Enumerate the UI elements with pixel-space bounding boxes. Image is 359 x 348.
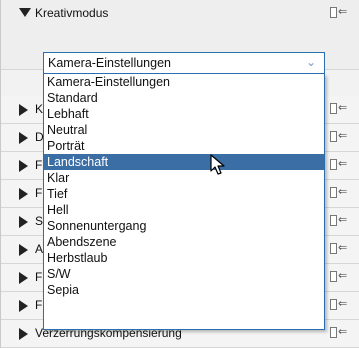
reset-icon[interactable]: ⇐: [330, 297, 348, 311]
reset-icon[interactable]: ⇐: [330, 101, 348, 115]
reset-arrow-icon: ⇐: [338, 129, 348, 142]
reset-icon[interactable]: ⇐: [330, 129, 348, 143]
select-value: Kamera-Einstellungen: [48, 56, 171, 70]
settings-panel: Kreativmodus ⇐ K ⇐ D ⇐ F ⇐ F ⇐ S ⇐ A ⇐ F: [0, 0, 359, 348]
triangle-right-icon[interactable]: [19, 132, 28, 144]
reset-arrow-icon: ⇐: [338, 325, 348, 338]
reset-icon[interactable]: ⇐: [330, 325, 348, 339]
dropdown-option[interactable]: Kamera-Einstellungen: [44, 74, 324, 90]
dropdown-option-highlighted[interactable]: Landschaft: [44, 154, 324, 170]
section-label-peek: F: [35, 186, 43, 200]
dropdown-list: Kamera-Einstellungen Standard Lebhaft Ne…: [43, 74, 325, 330]
reset-square-shape: [330, 327, 337, 338]
reset-arrow-icon: ⇐: [338, 5, 348, 18]
reset-square-shape: [330, 7, 337, 18]
section-label-peek: K: [35, 102, 44, 116]
reset-icon[interactable]: ⇐: [330, 213, 348, 227]
camera-settings-select[interactable]: Kamera-Einstellungen ⌄: [43, 52, 325, 74]
section-label-peek: F: [35, 270, 43, 284]
reset-square-shape: [330, 299, 337, 310]
triangle-right-icon[interactable]: [19, 300, 28, 312]
section-title: Kreativmodus: [35, 6, 109, 20]
dropdown-option[interactable]: Sonnenuntergang: [44, 218, 324, 234]
dropdown-option[interactable]: Neutral: [44, 122, 324, 138]
reset-arrow-icon: ⇐: [338, 185, 348, 198]
dropdown-option[interactable]: Porträt: [44, 138, 324, 154]
triangle-down-icon[interactable]: [19, 8, 31, 17]
mouse-cursor-icon: [210, 154, 225, 175]
reset-icon[interactable]: ⇐: [330, 269, 348, 283]
triangle-right-icon[interactable]: [19, 328, 28, 340]
triangle-right-icon[interactable]: [19, 216, 28, 228]
triangle-right-icon[interactable]: [19, 104, 28, 116]
section-label-peek: F: [35, 158, 43, 172]
dropdown-option[interactable]: Standard: [44, 90, 324, 106]
reset-arrow-icon: ⇐: [338, 297, 348, 310]
reset-arrow-icon: ⇐: [338, 269, 348, 282]
reset-icon[interactable]: ⇐: [330, 241, 348, 255]
dropdown-option[interactable]: Hell: [44, 202, 324, 218]
dropdown-option[interactable]: Herbstlaub: [44, 250, 324, 266]
section-label-peek: F: [35, 298, 43, 312]
triangle-right-icon[interactable]: [19, 272, 28, 284]
reset-arrow-icon: ⇐: [338, 241, 348, 254]
reset-square-shape: [330, 103, 337, 114]
dropdown-option[interactable]: Abendszene: [44, 234, 324, 250]
dropdown-option[interactable]: S/W: [44, 266, 324, 282]
section-label-peek: S: [35, 214, 44, 228]
dropdown-option[interactable]: Sepia: [44, 282, 324, 298]
reset-square-shape: [330, 131, 337, 142]
reset-icon[interactable]: ⇐: [330, 185, 348, 199]
reset-arrow-icon: ⇐: [338, 101, 348, 114]
reset-icon[interactable]: ⇐: [330, 157, 348, 171]
reset-square-shape: [330, 215, 337, 226]
reset-icon[interactable]: ⇐: [330, 5, 348, 19]
dropdown-option[interactable]: Tief: [44, 186, 324, 202]
reset-square-shape: [330, 271, 337, 282]
reset-arrow-icon: ⇐: [338, 157, 348, 170]
reset-square-shape: [330, 243, 337, 254]
reset-square-shape: [330, 187, 337, 198]
chevron-down-icon[interactable]: ⌄: [306, 55, 316, 69]
dropdown-option[interactable]: Klar: [44, 170, 324, 186]
triangle-right-icon[interactable]: [19, 244, 28, 256]
section-label-peek: A: [35, 242, 44, 256]
triangle-right-icon[interactable]: [19, 188, 28, 200]
reset-square-shape: [330, 159, 337, 170]
dropdown-option[interactable]: Lebhaft: [44, 106, 324, 122]
reset-arrow-icon: ⇐: [338, 213, 348, 226]
triangle-right-icon[interactable]: [19, 160, 28, 172]
